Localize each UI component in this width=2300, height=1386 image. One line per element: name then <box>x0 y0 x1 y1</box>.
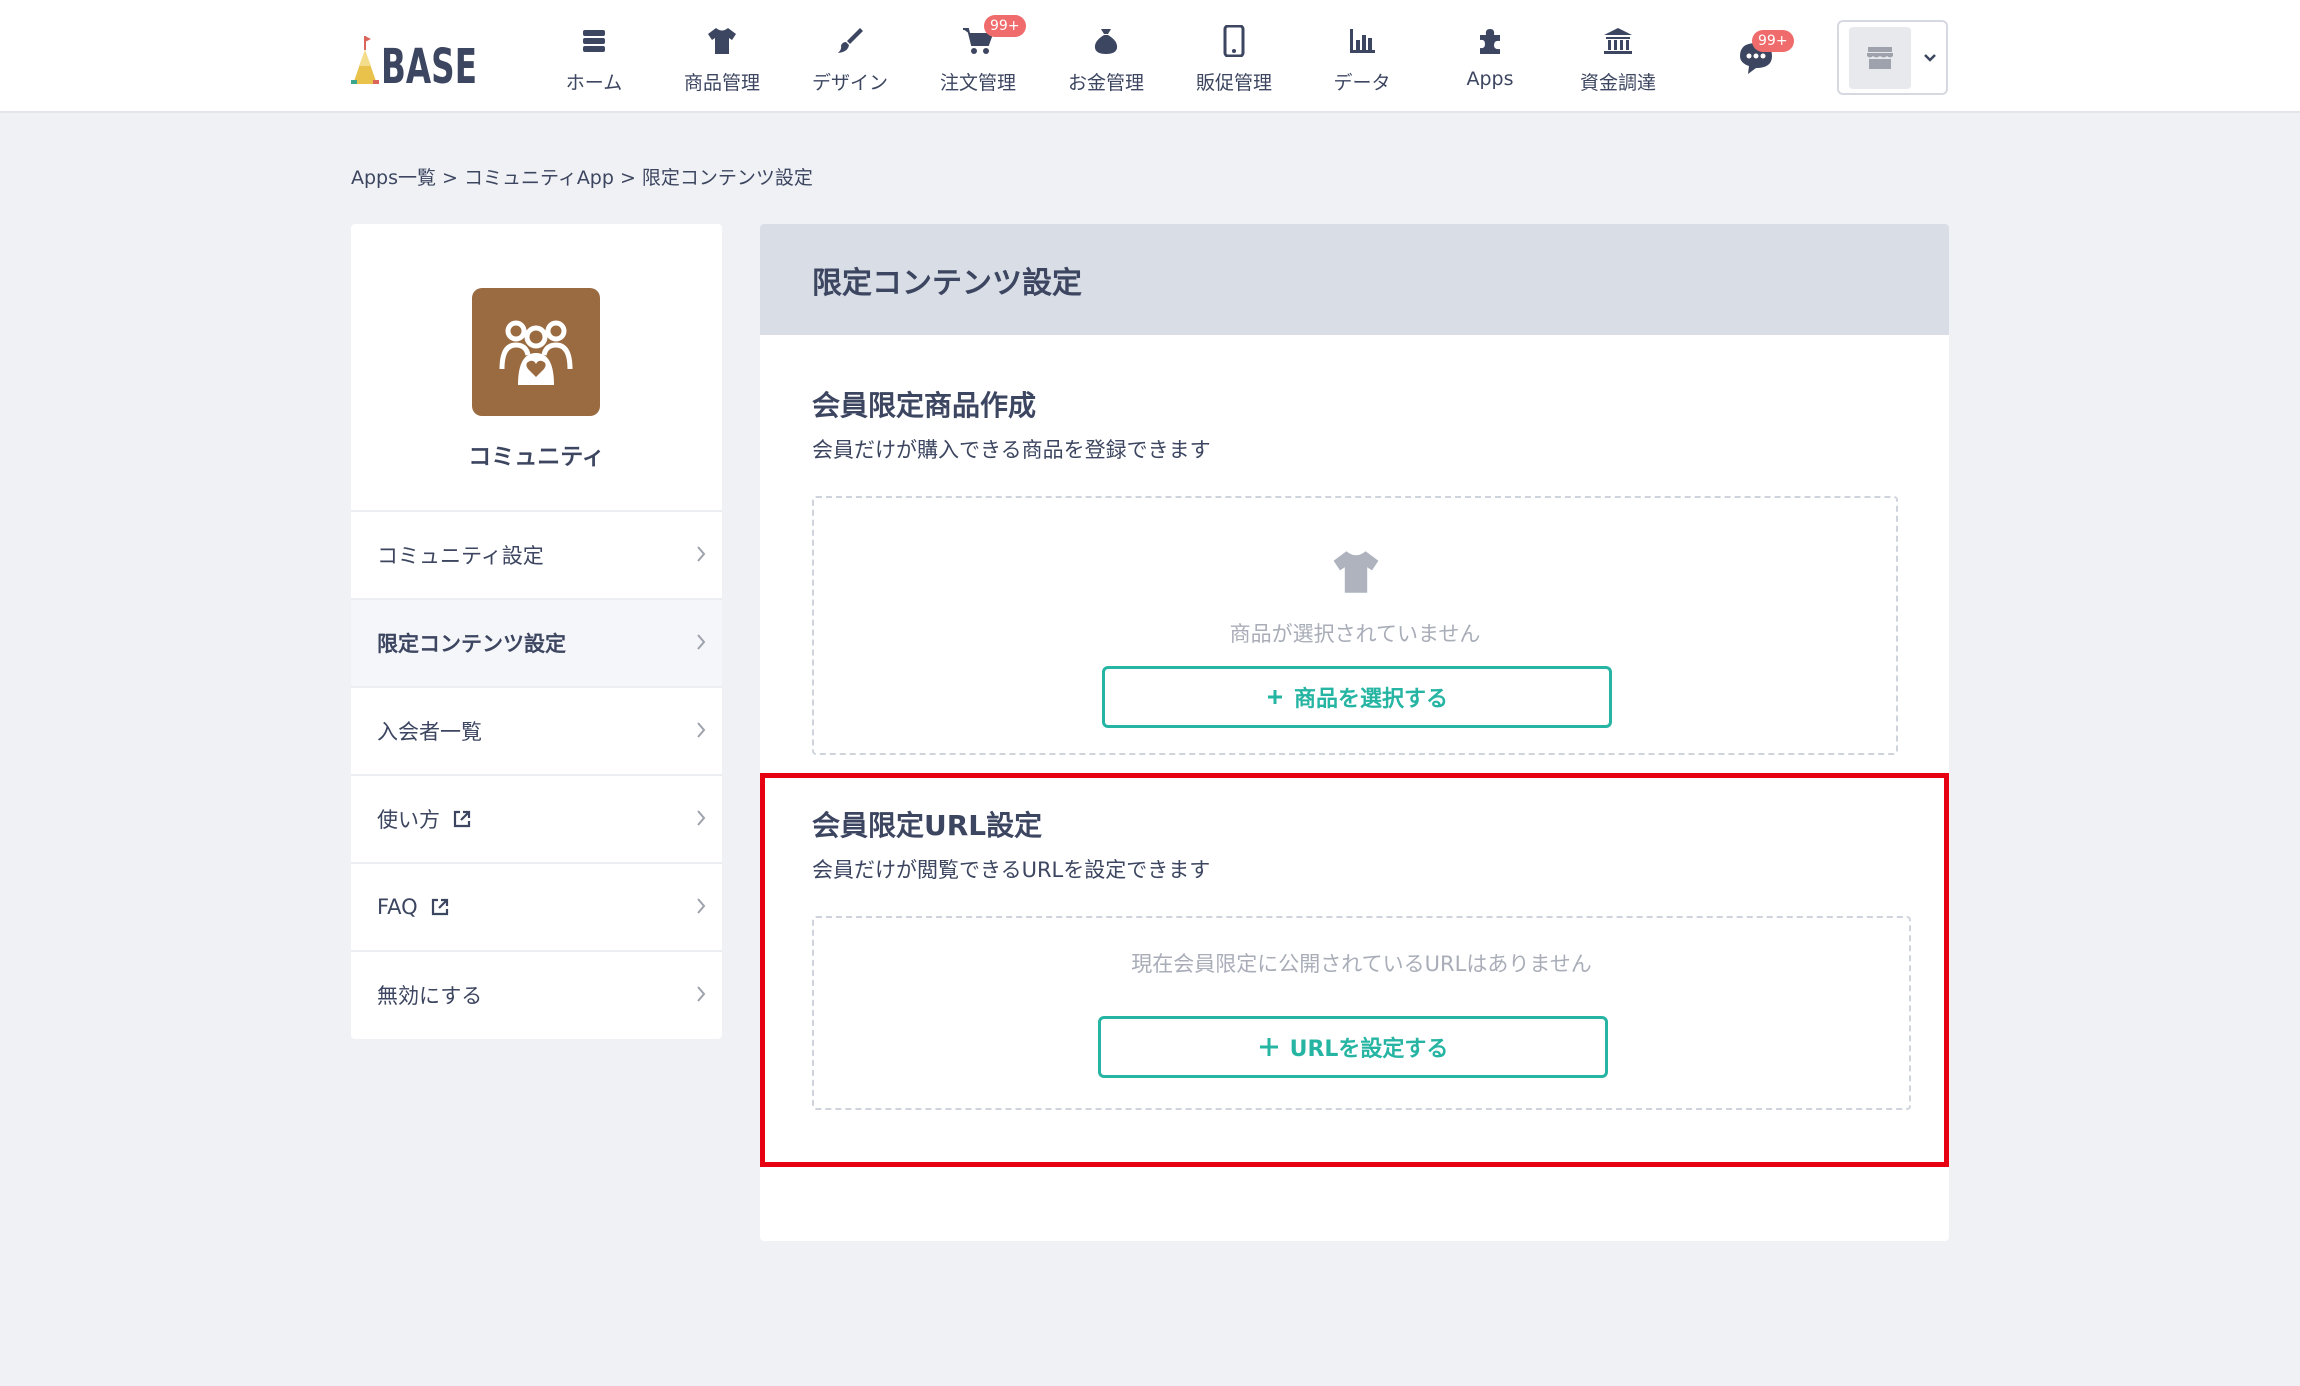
external-link-icon <box>430 897 450 917</box>
app-sidebar: コミュニティ コミュニティ設定 限定コンテンツ設定 入会者一覧 使い方 FAQ … <box>351 224 722 1039</box>
bar-chart-icon <box>1345 24 1379 58</box>
breadcrumb-separator: > <box>442 167 458 189</box>
home-list-icon <box>577 24 611 58</box>
page-title: 限定コンテンツ設定 <box>760 224 1949 335</box>
shop-avatar <box>1849 26 1911 89</box>
products-section-title: 会員限定商品作成 <box>812 389 1037 422</box>
set-url-button[interactable]: URLを設定する <box>1098 1016 1608 1078</box>
sidebar-item-community-settings[interactable]: コミュニティ設定 <box>351 510 722 598</box>
sidebar-item-faq[interactable]: FAQ <box>351 862 722 950</box>
money-bag-icon <box>1089 24 1123 58</box>
breadcrumb-apps[interactable]: Apps一覧 <box>351 167 436 189</box>
nav-design[interactable]: デザイン <box>786 0 914 113</box>
tshirt-icon <box>705 24 739 58</box>
breadcrumb-current: 限定コンテンツ設定 <box>641 167 813 189</box>
nav-promotion[interactable]: 販促管理 <box>1170 0 1298 113</box>
chevron-right-icon <box>696 720 706 744</box>
external-link-icon <box>452 809 472 829</box>
sidebar-item-label: 限定コンテンツ設定 <box>377 632 566 656</box>
orders-badge: 99+ <box>984 15 1026 37</box>
top-header: BASE ホーム 商品管理 デザイン 注文管理 99+ お金管理 販促管理 デー… <box>0 0 2300 113</box>
chevron-right-icon <box>696 808 706 832</box>
main-panel: 限定コンテンツ設定 会員限定商品作成 会員だけが購入できる商品を登録できます 商… <box>760 224 1949 1241</box>
set-url-button-label: URLを設定する <box>1289 1037 1449 1062</box>
brush-icon <box>833 24 867 58</box>
logo-text: BASE <box>381 39 477 86</box>
shop-switcher[interactable] <box>1837 20 1948 95</box>
nav-funding[interactable]: 資金調達 <box>1554 0 1682 113</box>
community-app-icon <box>472 288 600 416</box>
nav-label: 注文管理 <box>939 72 1016 94</box>
chat-badge: 99+ <box>1752 30 1794 52</box>
sidebar-menu: コミュニティ設定 限定コンテンツ設定 入会者一覧 使い方 FAQ 無効にする <box>351 510 722 1038</box>
plus-icon <box>1266 688 1284 706</box>
chevron-right-icon <box>696 632 706 656</box>
plus-icon <box>1258 1036 1280 1058</box>
breadcrumb-community-app[interactable]: コミュニティApp <box>464 167 614 189</box>
store-icon <box>1867 46 1893 69</box>
select-product-button-label: 商品を選択する <box>1293 687 1448 712</box>
nav-data[interactable]: データ <box>1298 0 1426 113</box>
nav-money[interactable]: お金管理 <box>1042 0 1170 113</box>
chevron-right-icon <box>696 984 706 1008</box>
nav-label: 商品管理 <box>683 72 760 94</box>
sidebar-item-label: FAQ <box>377 895 418 919</box>
nav-products[interactable]: 商品管理 <box>658 0 786 113</box>
sidebar-item-label: 無効にする <box>377 984 483 1008</box>
main-nav: ホーム 商品管理 デザイン 注文管理 99+ お金管理 販促管理 データ App… <box>530 0 1682 113</box>
chevron-down-icon <box>1923 48 1937 67</box>
chevron-right-icon <box>696 896 706 920</box>
sidebar-item-members[interactable]: 入会者一覧 <box>351 686 722 774</box>
nav-label: 資金調達 <box>1579 72 1656 94</box>
nav-home[interactable]: ホーム <box>530 0 658 113</box>
smartphone-icon <box>1217 24 1251 58</box>
sidebar-item-label: コミュニティ設定 <box>377 544 544 568</box>
sidebar-item-limited-content[interactable]: 限定コンテンツ設定 <box>351 598 722 686</box>
sidebar-item-disable[interactable]: 無効にする <box>351 950 722 1038</box>
nav-label: ホーム <box>565 72 623 94</box>
urls-section-title: 会員限定URL設定 <box>812 809 1043 842</box>
nav-label: デザイン <box>811 72 888 94</box>
nav-label: データ <box>1333 72 1391 94</box>
sidebar-item-label: 使い方 <box>377 808 440 832</box>
nav-label: Apps <box>1466 68 1514 90</box>
sidebar-item-how-to-use[interactable]: 使い方 <box>351 774 722 862</box>
urls-section-description: 会員だけが閲覧できるURLを設定できます <box>812 858 1211 882</box>
select-product-button[interactable]: 商品を選択する <box>1102 666 1612 728</box>
app-name: コミュニティ <box>468 444 605 470</box>
nav-label: お金管理 <box>1067 72 1144 94</box>
nav-orders[interactable]: 注文管理 99+ <box>914 0 1042 113</box>
breadcrumb-separator: > <box>619 167 636 189</box>
puzzle-icon <box>1473 24 1507 58</box>
nav-label: 販促管理 <box>1195 72 1272 94</box>
tshirt-icon <box>1329 548 1383 600</box>
breadcrumb: Apps一覧 > コミュニティApp > 限定コンテンツ設定 <box>351 163 813 190</box>
products-empty-text: 商品が選択されていません <box>1229 622 1481 646</box>
sidebar-item-label: 入会者一覧 <box>377 720 482 744</box>
nav-apps[interactable]: Apps <box>1426 0 1554 113</box>
chevron-right-icon <box>696 544 706 568</box>
products-empty-box: 商品が選択されていません 商品を選択する <box>812 496 1898 755</box>
urls-empty-box: 現在会員限定に公開されているURLはありません URLを設定する <box>812 916 1911 1110</box>
base-logo[interactable]: BASE <box>351 30 481 95</box>
urls-empty-text: 現在会員限定に公開されているURLはありません <box>1131 952 1592 976</box>
products-section-description: 会員だけが購入できる商品を登録できます <box>812 438 1211 462</box>
bank-icon <box>1601 24 1635 58</box>
